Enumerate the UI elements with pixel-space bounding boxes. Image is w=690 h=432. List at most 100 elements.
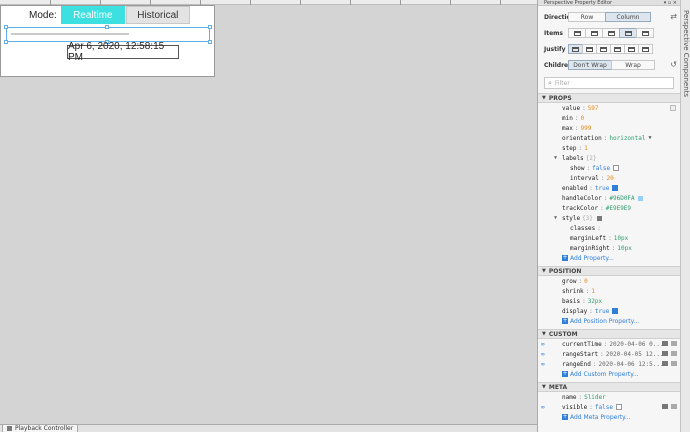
binding-link-icon[interactable]: ∞ [541, 341, 545, 348]
prop-style-margin-right[interactable]: marginRight:10px [538, 243, 680, 253]
collapse-arrow-icon: ▼ [542, 331, 546, 337]
justify-end-icon[interactable] [596, 44, 611, 54]
prop-labels-interval[interactable]: interval:20 [538, 173, 680, 183]
add-custom-property-link[interactable]: + Add Custom Property... [538, 369, 680, 379]
justify-label: Justify [544, 45, 566, 53]
children-label: Children [544, 61, 573, 69]
property-editor-panel: Perspective Property Editor ▾ ▫ × Direct… [537, 0, 680, 432]
custom-current-time[interactable]: ∞ currentTime:2020-04-06 0... [538, 339, 680, 349]
enabled-checkbox[interactable] [612, 185, 619, 191]
add-position-property-link[interactable]: + Add Position Property... [538, 316, 680, 326]
wrap-reset-icon[interactable]: ↺ [670, 60, 677, 69]
panel-window-controls[interactable]: ▾ ▫ × [664, 0, 677, 6]
show-checkbox[interactable] [613, 165, 620, 171]
justify-between-icon[interactable] [610, 44, 625, 54]
position-section-header[interactable]: ▼ POSITION [538, 266, 680, 276]
expand-value-icon[interactable] [671, 341, 677, 346]
prop-style-margin-left[interactable]: marginLeft:10px [538, 233, 680, 243]
custom-range-start[interactable]: ∞ rangeStart:2020-04-05 12... [538, 349, 680, 359]
edit-binding-icon[interactable] [662, 404, 668, 409]
custom-section-header[interactable]: ▼ CUSTOM [538, 329, 680, 339]
resize-handle-br[interactable] [208, 40, 212, 44]
realtime-button[interactable]: Realtime [60, 6, 125, 24]
position-header-label: POSITION [548, 267, 582, 275]
resize-handle-tl[interactable] [4, 25, 8, 29]
prop-style[interactable]: ▼ style {3} [538, 213, 680, 223]
direction-column-button[interactable]: Column [605, 12, 651, 22]
align-baseline-icon[interactable] [636, 28, 654, 38]
visible-checkbox[interactable] [615, 404, 622, 410]
wrap-toggle: Don't Wrap Wrap [568, 60, 655, 70]
slider-track [11, 33, 129, 35]
justify-start-icon[interactable] [568, 44, 583, 54]
add-meta-property-link[interactable]: + Add Meta Property... [538, 412, 680, 422]
prop-step[interactable]: step:1 [538, 143, 680, 153]
expand-value-icon[interactable] [671, 404, 677, 409]
meta-visible[interactable]: ∞ visible: false [538, 402, 680, 412]
position-shrink[interactable]: shrink:1 [538, 286, 680, 296]
plus-icon: + [562, 254, 568, 261]
prop-labels-show[interactable]: show: false [538, 163, 680, 173]
tab-playback-controller[interactable]: Playback Controller [2, 425, 79, 432]
props-header-label: PROPS [548, 94, 572, 102]
style-editor-icon[interactable] [596, 215, 602, 221]
slider-component[interactable] [4, 25, 212, 44]
add-property-link[interactable]: + Add Property... [538, 253, 680, 263]
display-checkbox[interactable] [612, 308, 619, 314]
resize-handle-tm[interactable] [105, 25, 109, 29]
position-grow[interactable]: grow:0 [538, 276, 680, 286]
side-tab-perspective-components[interactable]: Perspective Components [682, 10, 690, 97]
expand-arrow-icon[interactable]: ▼ [554, 215, 557, 221]
children-row: Children Don't Wrap Wrap ↺ [538, 57, 680, 73]
wrap-button[interactable]: Wrap [611, 60, 655, 70]
historical-button[interactable]: Historical [125, 6, 190, 24]
custom-range-end[interactable]: ∞ rangeEnd:2020-04-06 12:5... [538, 359, 680, 369]
meta-section-header[interactable]: ▼ META [538, 382, 680, 392]
swap-icon[interactable]: ⇄ [670, 12, 677, 21]
prop-enabled[interactable]: enabled: true [538, 183, 680, 193]
justify-evenly-icon[interactable] [638, 44, 653, 54]
items-label: Items [544, 29, 563, 37]
align-start-icon[interactable] [568, 28, 586, 38]
collapse-arrow-icon: ▼ [542, 384, 546, 390]
align-stretch-icon[interactable] [619, 28, 637, 38]
direction-row-button[interactable]: Row [568, 12, 606, 22]
binding-link-icon[interactable]: ∞ [541, 351, 545, 358]
position-display[interactable]: display: true [538, 306, 680, 316]
filter-input[interactable]: ⌕ Filter [544, 77, 674, 89]
prop-min[interactable]: min:0 [538, 113, 680, 123]
prop-orientation[interactable]: orientation: horizontal ▼ [538, 133, 680, 143]
view-root[interactable]: Mode: Realtime Historical Apr 6, 2020, 1… [0, 5, 215, 77]
align-end-icon[interactable] [602, 28, 620, 38]
edit-binding-icon[interactable] [662, 351, 668, 356]
designer-canvas[interactable]: Mode: Realtime Historical Apr 6, 2020, 1… [0, 5, 537, 424]
expand-value-icon[interactable] [671, 361, 677, 366]
justify-around-icon[interactable] [624, 44, 639, 54]
props-section-header[interactable]: ▼ PROPS [538, 93, 680, 103]
justify-center-icon[interactable] [582, 44, 597, 54]
mode-row: Mode: Realtime Historical [29, 6, 190, 24]
prop-handle-color[interactable]: handleColor: #96D0FA [538, 193, 680, 203]
edit-binding-icon[interactable] [662, 361, 668, 366]
meta-name[interactable]: name: Slider [538, 392, 680, 402]
expand-value-icon[interactable] [671, 351, 677, 356]
items-row: Items [538, 25, 680, 41]
prop-style-classes[interactable]: classes: [538, 223, 680, 233]
direction-toggle: Row Column [568, 12, 651, 22]
filter-placeholder: Filter [554, 79, 570, 87]
prop-value[interactable]: value:597 [538, 103, 680, 113]
color-swatch[interactable] [637, 195, 643, 201]
position-basis[interactable]: basis:32px [538, 296, 680, 306]
edit-binding-icon[interactable] [662, 341, 668, 346]
resize-handle-tr[interactable] [208, 25, 212, 29]
binding-link-icon[interactable]: ∞ [541, 361, 545, 368]
expand-arrow-icon[interactable]: ▼ [554, 155, 557, 161]
dropdown-chevron-icon[interactable]: ▼ [649, 135, 652, 141]
dont-wrap-button[interactable]: Don't Wrap [568, 60, 612, 70]
prop-track-color[interactable]: trackColor: #E9E9E9 [538, 203, 680, 213]
prop-max[interactable]: max:999 [538, 123, 680, 133]
prop-labels[interactable]: ▼ labels {2} [538, 153, 680, 163]
resize-handle-bl[interactable] [4, 40, 8, 44]
align-center-icon[interactable] [585, 28, 603, 38]
binding-link-icon[interactable]: ∞ [541, 404, 545, 411]
